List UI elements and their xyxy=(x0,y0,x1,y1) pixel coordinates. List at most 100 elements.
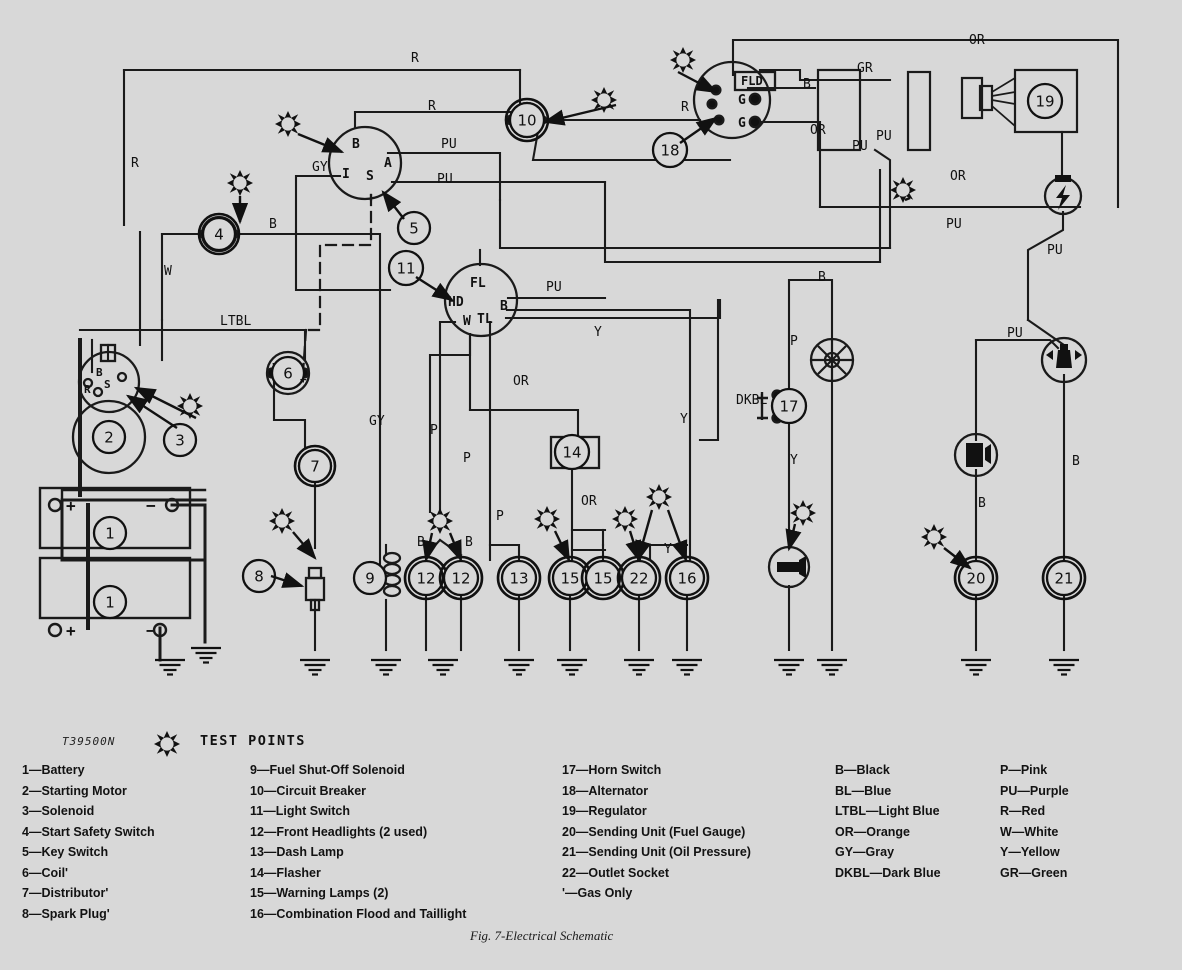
terminal-sol-r: R xyxy=(84,383,91,396)
figure-caption: Fig. 7-Electrical Schematic xyxy=(470,928,614,943)
ground-symbol xyxy=(426,658,460,676)
test-point-marker xyxy=(269,508,295,534)
wire-label-p: P xyxy=(790,334,798,349)
wire-label-b: B xyxy=(1072,454,1080,469)
wire-label-r: R xyxy=(681,100,689,115)
legend-column-wire-colors-2: P—Pink PU—Purple R—Red W—White Y—Yellow GR—Gr… xyxy=(1000,760,1069,883)
circuit-breaker-label: 10 xyxy=(517,112,536,130)
wire-label-gy: GY xyxy=(369,414,385,429)
warning-lamp-left-label: 15 xyxy=(560,570,579,588)
coil-label: 6 xyxy=(283,365,293,383)
wire-label-pu: PU xyxy=(1007,326,1023,341)
horn-switch-label: 17 xyxy=(779,398,798,416)
legend-item: 1—Battery xyxy=(22,763,85,777)
legend-item: 9—Fuel Shut-Off Solenoid xyxy=(250,763,405,777)
legend-item: 12—Front Headlights (2 used) xyxy=(250,824,428,839)
key-switch-callout-label: 5 xyxy=(409,220,419,238)
legend-item: 2—Starting Motor xyxy=(22,783,127,798)
wire-label-pu: PU xyxy=(546,280,562,295)
wire-label-b: B xyxy=(465,535,473,550)
test-point-marker xyxy=(154,731,180,757)
wire-label-r: R xyxy=(131,156,139,171)
legend-item: 11—Light Switch xyxy=(250,804,351,818)
ground-symbol xyxy=(153,658,187,676)
wire-color-labels: RRR RBWLTBLGYGYPUPUPUPUPUPUPUPUGRBORORORO… xyxy=(131,33,1080,557)
terminal-ls-w: W xyxy=(463,314,471,329)
ground-symbol xyxy=(772,658,806,676)
dash-lamp-label: 13 xyxy=(509,570,528,588)
wire-label-pu: PU xyxy=(1047,243,1063,258)
legend-item: P—Pink xyxy=(1000,763,1048,777)
wire-label-p: P xyxy=(430,423,438,438)
terminal-ls-fl: FL xyxy=(470,276,486,291)
combination-flood-taillight-label: 16 xyxy=(677,570,696,588)
test-point-marker xyxy=(612,506,638,532)
legend-item: 10—Circuit Breaker xyxy=(250,783,367,798)
ground-symbols xyxy=(153,646,1081,676)
starting-motor-label: 2 xyxy=(104,429,114,447)
spark-plug-callout-label: 8 xyxy=(254,568,264,586)
wire-label-gy: GY xyxy=(312,160,328,175)
test-point-marker xyxy=(670,47,696,73)
wire-label-b: B xyxy=(978,496,986,511)
wire-label-gr: GR xyxy=(857,61,873,76)
wire-label-y: Y xyxy=(664,542,672,557)
legend-item: BL—Blue xyxy=(835,783,892,798)
legend-item: 13—Dash Lamp xyxy=(250,845,344,859)
terminal-key-s: S xyxy=(366,169,374,184)
wire-label-or: OR xyxy=(969,33,985,48)
legend-column-wire-colors-1: B—Black BL—Blue LTBL—Light Blue OR—Orange GY… xyxy=(835,760,941,883)
ground-symbol xyxy=(502,658,536,676)
start-safety-switch-label: 4 xyxy=(214,226,224,244)
legend-column-components-2: 9—Fuel Shut-Off Solenoid 10—Circuit Break… xyxy=(250,760,466,924)
solenoid-callout-label: 3 xyxy=(175,432,185,450)
ground-symbol xyxy=(622,658,656,676)
legend-item: R—Red xyxy=(1000,804,1046,818)
legend-item: 8—Spark Plug' xyxy=(22,906,110,921)
legend-item: 3—Solenoid xyxy=(22,804,95,818)
test-point-marker xyxy=(921,524,947,550)
ground-symbol xyxy=(1047,658,1081,676)
flasher-label: 14 xyxy=(562,444,581,462)
test-point-marker xyxy=(646,484,672,510)
legend-item: LTBL—Light Blue xyxy=(835,804,940,818)
wire-label-or: OR xyxy=(513,374,529,389)
wire-label-r: R xyxy=(428,99,436,114)
ground-symbol xyxy=(555,658,589,676)
front-headlight-right-label: 12 xyxy=(451,570,470,588)
distributor-label: 7 xyxy=(310,458,320,476)
legend-item: 14—Flasher xyxy=(250,865,321,880)
wire-label-b: B xyxy=(269,217,277,232)
legend-item: 16—Combination Flood and Taillight xyxy=(250,906,467,921)
legend-item: 17—Horn Switch xyxy=(562,763,662,777)
wire-label-dkbl: DKBL xyxy=(736,393,767,408)
legend: 1—Battery 2—Starting Motor 3—Solenoid 4—Sta… xyxy=(0,760,1182,930)
wire-label-b: B xyxy=(417,535,425,550)
wire-label-y: Y xyxy=(594,325,602,340)
wire-label-pu: PU xyxy=(852,139,868,154)
wire-label-or: OR xyxy=(810,123,826,138)
test-point-marker xyxy=(177,393,203,419)
batt1-neg: − xyxy=(146,496,156,515)
legend-item: 6—Coil' xyxy=(22,865,69,880)
legend-item: 15—Warning Lamps (2) xyxy=(250,886,389,900)
wire-label-pu: PU xyxy=(946,217,962,232)
wire-label-b: B xyxy=(803,77,811,92)
test-point-marker xyxy=(890,177,916,203)
terminal-key-i: I xyxy=(342,167,350,182)
part-number: T39500N xyxy=(62,735,116,748)
legend-item: 22—Outlet Socket xyxy=(562,865,669,880)
wire-label-pu: PU xyxy=(876,129,892,144)
ground-symbol xyxy=(815,658,849,676)
terminal-ls-tl: TL xyxy=(477,312,493,327)
ground-symbol xyxy=(959,658,993,676)
terminal-key-a: A xyxy=(384,156,392,171)
ground-symbol xyxy=(189,646,223,664)
sending-unit-oil-pressure-label: 21 xyxy=(1054,570,1073,588)
terminal-alt-g2: G xyxy=(738,116,746,131)
terminal-ls-b: B xyxy=(500,299,508,314)
front-headlight-left-label: 12 xyxy=(416,570,435,588)
terminal-sol-s: S xyxy=(104,378,111,391)
terminal-alt-fld: FLD xyxy=(741,74,763,88)
warning-lamp-right-label: 15 xyxy=(593,570,612,588)
